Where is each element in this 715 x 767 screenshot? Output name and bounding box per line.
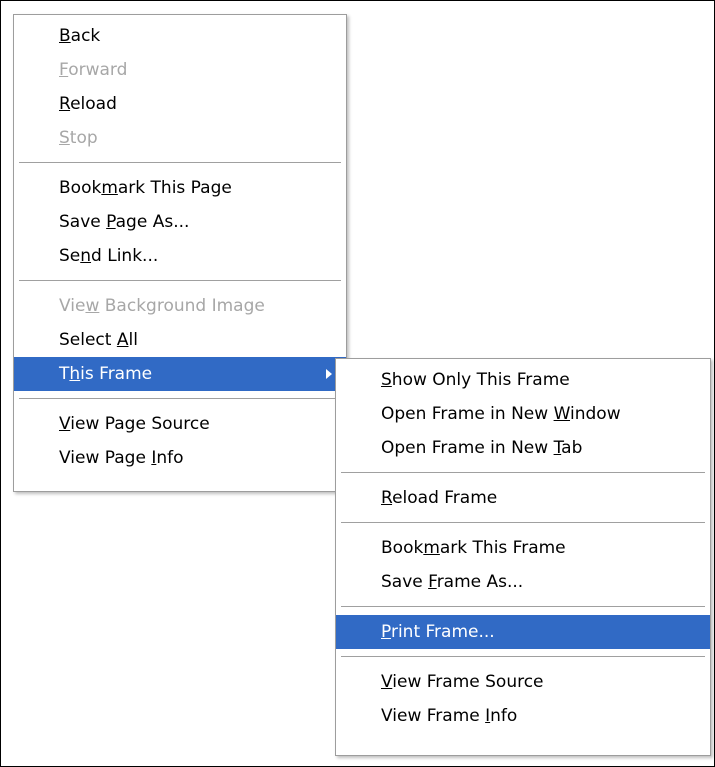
menu-item-this-frame[interactable]: This Frame bbox=[14, 357, 346, 391]
submenu-item-open-frame-new-tab[interactable]: Open Frame in New Tab bbox=[336, 431, 710, 465]
menu-separator bbox=[336, 515, 710, 531]
this-frame-submenu: Show Only This Frame Open Frame in New W… bbox=[335, 358, 711, 756]
submenu-item-view-frame-source[interactable]: View Frame Source bbox=[336, 665, 710, 699]
menu-separator bbox=[14, 273, 346, 289]
menu-item-view-background-image[interactable]: View Background Image bbox=[14, 289, 346, 323]
menu-separator bbox=[336, 465, 710, 481]
menu-item-bookmark-page[interactable]: Bookmark This Page bbox=[14, 171, 346, 205]
submenu-item-open-frame-new-window[interactable]: Open Frame in New Window bbox=[336, 397, 710, 431]
menu-item-view-page-source[interactable]: View Page Source bbox=[14, 407, 346, 441]
submenu-arrow-icon bbox=[326, 369, 332, 379]
menu-separator bbox=[14, 391, 346, 407]
submenu-item-view-frame-info[interactable]: View Frame Info bbox=[336, 699, 710, 733]
menu-item-forward[interactable]: Forward bbox=[14, 53, 346, 87]
menu-item-back[interactable]: Back bbox=[14, 19, 346, 53]
menu-item-reload[interactable]: Reload bbox=[14, 87, 346, 121]
submenu-item-bookmark-frame[interactable]: Bookmark This Frame bbox=[336, 531, 710, 565]
submenu-item-print-frame[interactable]: Print Frame... bbox=[336, 615, 710, 649]
menu-item-select-all[interactable]: Select All bbox=[14, 323, 346, 357]
menu-separator bbox=[14, 155, 346, 171]
submenu-item-show-only-this-frame[interactable]: Show Only This Frame bbox=[336, 363, 710, 397]
menu-item-stop[interactable]: Stop bbox=[14, 121, 346, 155]
context-menu: Back Forward Reload Stop Bookmark This P… bbox=[13, 14, 347, 492]
menu-separator bbox=[336, 599, 710, 615]
menu-item-save-page-as[interactable]: Save Page As... bbox=[14, 205, 346, 239]
menu-item-view-page-info[interactable]: View Page Info bbox=[14, 441, 346, 475]
submenu-item-reload-frame[interactable]: Reload Frame bbox=[336, 481, 710, 515]
submenu-item-save-frame-as[interactable]: Save Frame As... bbox=[336, 565, 710, 599]
menu-item-send-link[interactable]: Send Link... bbox=[14, 239, 346, 273]
menu-separator bbox=[336, 649, 710, 665]
